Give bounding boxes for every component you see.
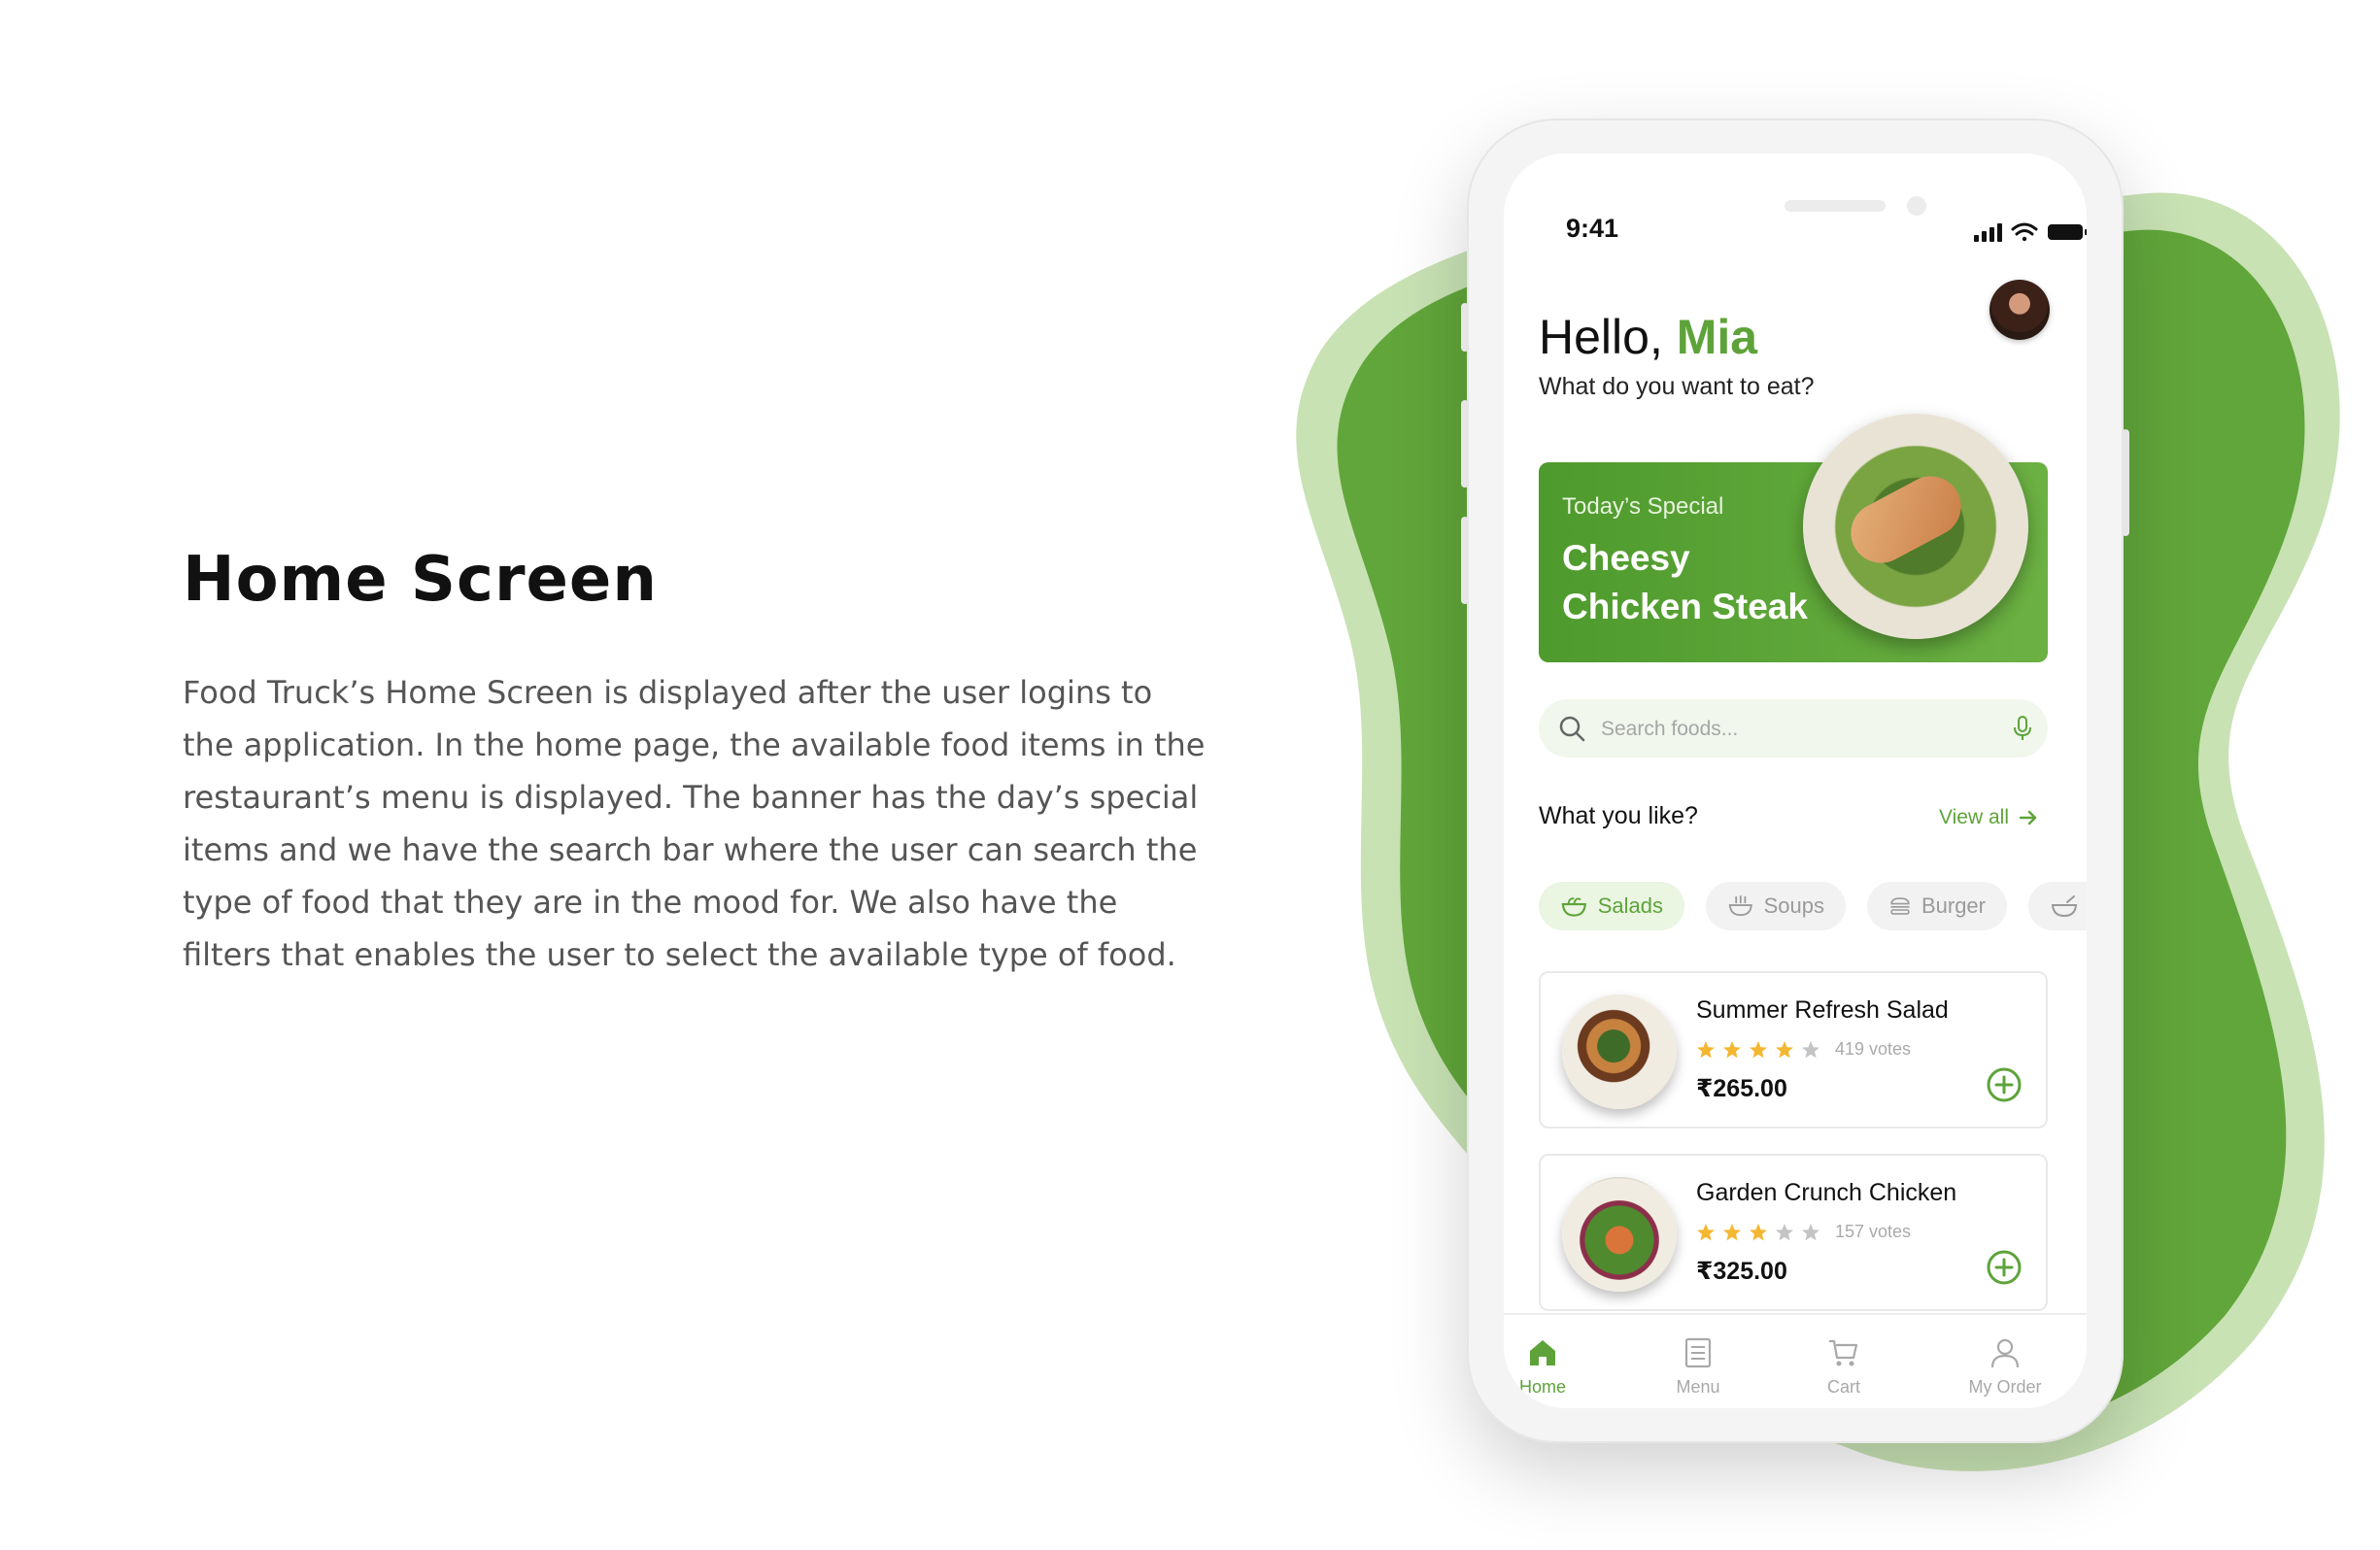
banner-title: Cheesy Chicken Steak [1562, 538, 1808, 626]
star-icon [1776, 1223, 1793, 1240]
category-label: Burger [1921, 893, 1986, 918]
user-name: Mia [1676, 310, 1758, 364]
battery-icon [2048, 224, 2087, 240]
category-filters: Salads Soups Burger [1539, 882, 2087, 932]
star-icon [1750, 1223, 1767, 1240]
category-label: Salads [1597, 893, 1663, 918]
speaker [1785, 200, 1886, 212]
star-icon [1697, 1040, 1715, 1058]
status-time: 9:41 [1566, 214, 1619, 243]
food-card[interactable]: Summer Refresh Salad 419 votes ₹265.00 [1539, 971, 2048, 1129]
app-screen: 9:41 Hello, Mia What do you want to eat?… [1504, 153, 2087, 1408]
page-description: Food Truck’s Home Screen is displayed af… [183, 674, 1206, 973]
star-icon [1776, 1040, 1793, 1058]
view-all-label: View all [1939, 806, 2009, 828]
nav-home[interactable]: Home [1504, 1336, 1601, 1398]
star-icon [1802, 1040, 1819, 1058]
description-block: Home Screen Food Truck’s Home Screen is … [183, 544, 1212, 981]
star-icon [1697, 1223, 1715, 1240]
phone-frame: 9:41 Hello, Mia What do you want to eat?… [1461, 118, 2129, 1443]
food-price: ₹325.00 [1696, 1258, 1787, 1285]
food-name: Garden Crunch Chicken [1696, 1179, 1957, 1206]
category-chip-burger[interactable]: Burger [1867, 882, 2007, 930]
category-chip-more[interactable] [2028, 882, 2087, 930]
bowl-icon [2051, 895, 2078, 918]
nav-label: My Order [1968, 1377, 2042, 1397]
bottom-navigation: Home Menu Cart My Order [1504, 1313, 2087, 1408]
add-to-cart-icon[interactable] [1986, 1066, 2023, 1103]
menu-icon [1684, 1337, 1712, 1368]
nav-label: Cart [1826, 1377, 1860, 1397]
microphone-icon[interactable] [2013, 715, 2032, 742]
signal-icon [1974, 223, 2002, 242]
view-all-link[interactable]: View all [1939, 806, 2038, 829]
search-icon [1559, 716, 1585, 742]
food-image [1562, 1177, 1677, 1292]
nav-label: Home [1518, 1377, 1566, 1397]
add-to-cart-icon[interactable] [1986, 1249, 2023, 1286]
burger-icon [1890, 897, 1910, 915]
rating: 419 votes [1696, 1039, 1911, 1060]
search-input[interactable] [1599, 711, 1991, 748]
salad-bowl-icon [1561, 897, 1586, 917]
star-icon [1723, 1040, 1741, 1058]
greeting-text: Hello, [1539, 310, 1663, 364]
greeting: Hello, Mia [1539, 309, 1757, 365]
category-chip-salads[interactable]: Salads [1539, 882, 1684, 930]
food-price: ₹265.00 [1696, 1075, 1787, 1102]
wifi-icon [2011, 222, 2038, 242]
nav-label: Menu [1676, 1377, 1720, 1397]
nav-my-order[interactable]: My Order [1947, 1336, 2063, 1398]
user-avatar[interactable] [1989, 280, 2050, 340]
star-icon [1723, 1223, 1741, 1240]
food-image [1562, 994, 1677, 1109]
star-icon [1750, 1040, 1767, 1058]
page-title: Home Screen [183, 544, 658, 616]
category-label: Soups [1763, 893, 1824, 918]
banner-label: Today’s Special [1562, 493, 1724, 520]
star-icon [1802, 1223, 1819, 1240]
vote-count: 157 votes [1835, 1222, 1912, 1241]
search-bar[interactable] [1539, 699, 2048, 758]
nav-cart[interactable]: Cart [1785, 1336, 1902, 1398]
special-banner[interactable]: Today’s Special Cheesy Chicken Steak [1539, 414, 2048, 662]
arrow-right-icon [2019, 810, 2037, 826]
vote-count: 419 votes [1835, 1039, 1912, 1059]
rating: 157 votes [1696, 1222, 1911, 1242]
nav-menu[interactable]: Menu [1640, 1336, 1756, 1398]
cart-icon [1829, 1339, 1858, 1366]
status-icons [1974, 222, 2087, 242]
special-dish-image [1803, 414, 2028, 639]
user-icon [1990, 1338, 2020, 1368]
section-title: What you like? [1539, 802, 1698, 829]
soup-icon [1728, 894, 1752, 917]
camera [1907, 196, 1926, 216]
home-icon [1530, 1340, 1555, 1365]
food-card[interactable]: Garden Crunch Chicken 157 votes ₹325.00 [1539, 1154, 2048, 1311]
greeting-subtitle: What do you want to eat? [1539, 373, 1815, 400]
category-chip-soups[interactable]: Soups [1706, 882, 1846, 930]
food-name: Summer Refresh Salad [1696, 996, 1949, 1024]
